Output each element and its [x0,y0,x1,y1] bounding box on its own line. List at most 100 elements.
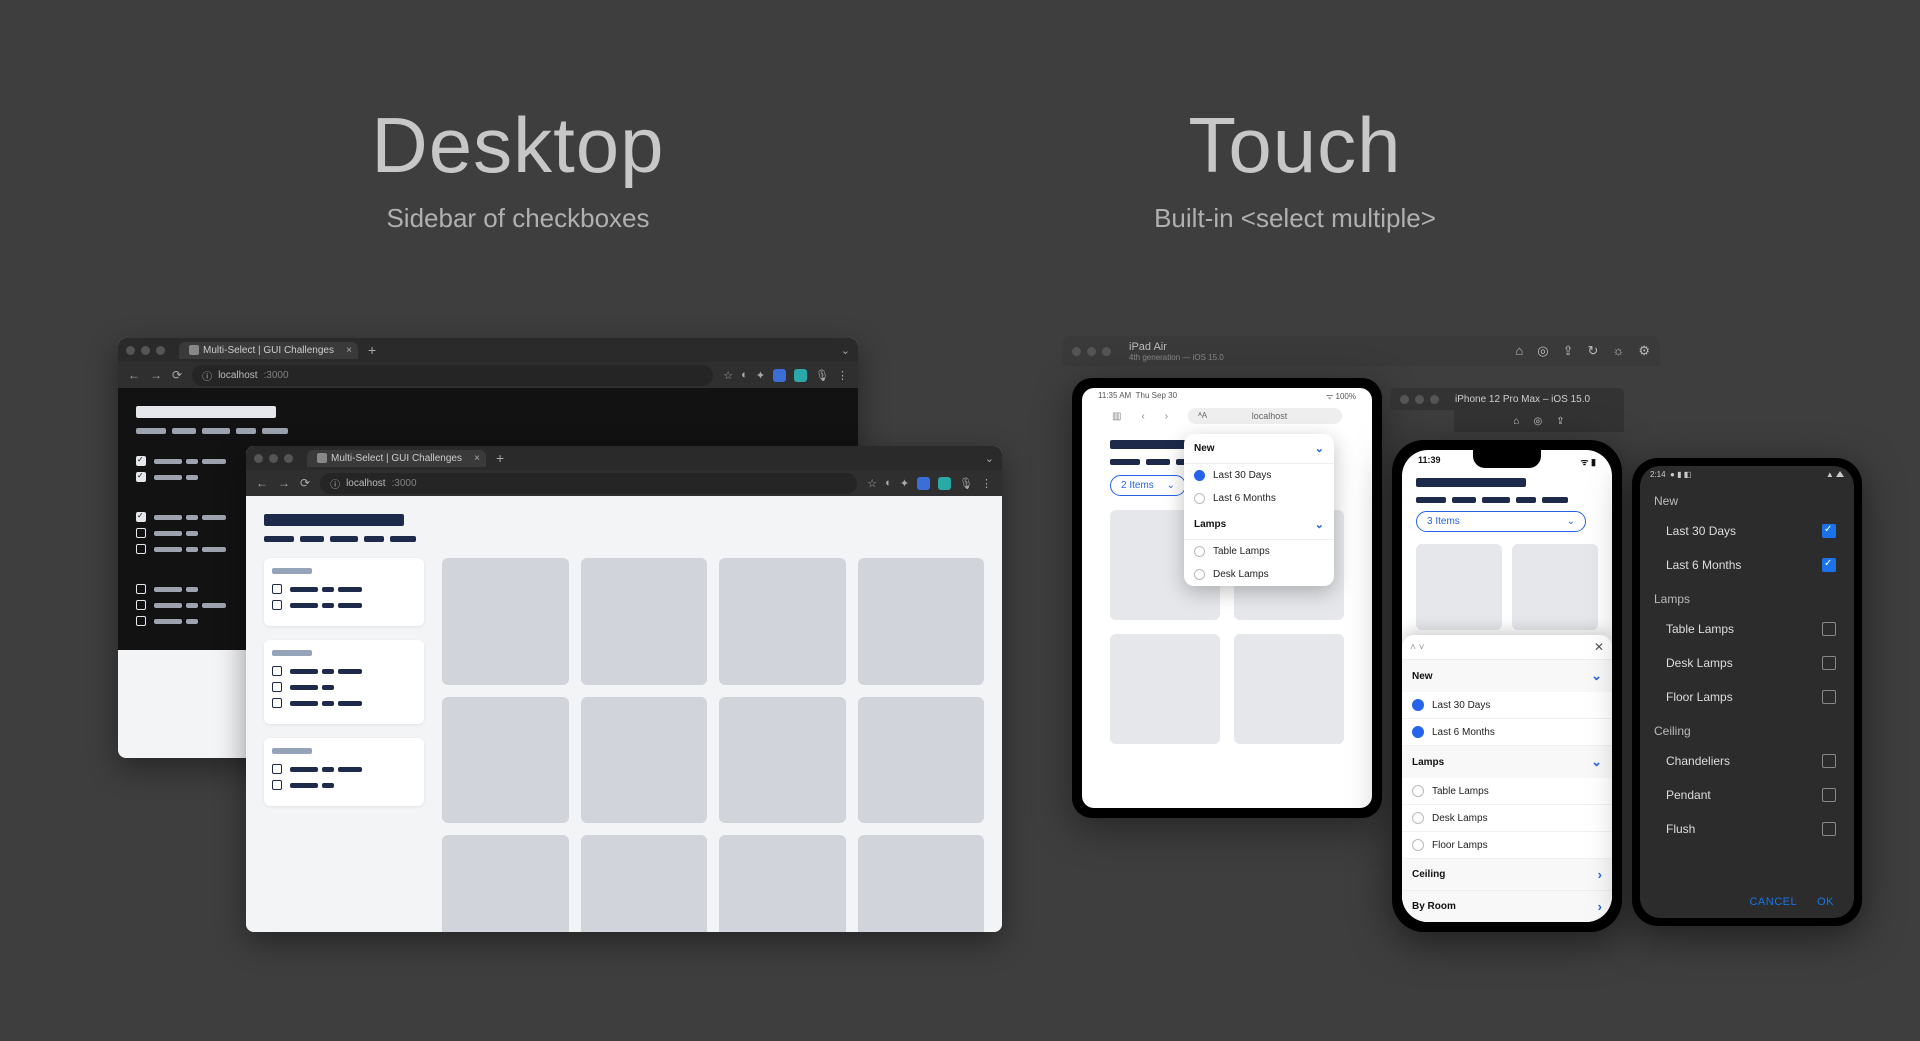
filter-group-header[interactable]: New ⌄ [1184,434,1334,464]
result-card[interactable] [581,558,708,685]
browser-tab[interactable]: Multi-Select | GUI Challenges × [307,450,486,467]
selected-items-pill[interactable]: 3 Items ⌄ [1416,511,1586,532]
result-card[interactable] [442,697,569,824]
sheet-arrows[interactable]: ˄ ˅ [1410,642,1424,653]
filter-checkbox-row[interactable] [136,472,256,482]
checkbox-icon[interactable] [1822,754,1836,768]
new-tab-button[interactable]: + [496,450,504,466]
result-card[interactable] [581,835,708,932]
camera-icon[interactable]: ◎ [1533,416,1542,427]
checkbox-icon[interactable] [136,544,146,554]
menu-icon[interactable]: ⋮ [981,477,992,490]
filter-checkbox-row[interactable] [272,764,416,774]
filter-checkbox-row[interactable] [136,584,256,594]
checkbox-icon[interactable] [272,698,282,708]
result-card[interactable] [581,697,708,824]
filter-checkbox-row[interactable] [136,456,256,466]
ipad-select-popover[interactable]: New ⌄ Last 30 Days Last 6 Months Lamps ⌄… [1184,434,1334,586]
extension-chip-blue[interactable] [773,369,786,382]
address-field[interactable]: ⓘ localhost:3000 [320,473,857,494]
iphone-select-sheet[interactable]: ˄ ˅ ✕ New ⌄ Last 30 Days Last 6 Months L… [1402,635,1612,922]
filter-option[interactable]: Floor Lamps [1640,680,1854,714]
checkbox-icon[interactable] [272,584,282,594]
checkbox-icon[interactable] [136,600,146,610]
checkbox-icon[interactable] [272,764,282,774]
star-icon[interactable]: ☆ [867,477,877,490]
share-icon[interactable]: ⇪ [1563,343,1574,359]
filter-checkbox-row[interactable] [272,600,416,610]
filter-checkbox-row[interactable] [272,666,416,676]
result-card[interactable] [858,558,985,685]
home-icon[interactable]: ⌂ [1515,343,1523,359]
checkbox-icon[interactable] [272,600,282,610]
checkbox-icon[interactable] [1822,656,1836,670]
checkbox-icon[interactable] [1822,622,1836,636]
result-card[interactable] [858,835,985,932]
extension-chip-teal[interactable] [938,477,951,490]
moon-icon[interactable]: ◐ [885,477,892,489]
window-controls[interactable] [1400,395,1439,404]
result-card[interactable] [719,835,846,932]
checkbox-icon[interactable] [136,472,146,482]
moon-icon[interactable]: ◐ [741,369,748,381]
chevron-down-icon[interactable]: ⌄ [985,452,994,465]
camera-icon[interactable]: ◎ [1537,343,1548,359]
checkbox-icon[interactable] [272,682,282,692]
selected-items-pill[interactable]: 2 Items ⌄ [1110,475,1186,496]
cancel-button[interactable]: CANCEL [1749,896,1797,908]
result-card[interactable] [1512,544,1598,630]
result-card[interactable] [1110,634,1220,744]
reload-icon[interactable]: ⟳ [300,476,310,490]
filter-checkbox-row[interactable] [272,698,416,708]
checkbox-icon[interactable] [1822,524,1836,538]
extensions-icon[interactable]: ✦ [756,369,765,382]
filter-option[interactable]: Desk Lamps [1640,646,1854,680]
extension-chip-teal[interactable] [794,369,807,382]
checkbox-icon[interactable] [136,584,146,594]
filter-option[interactable]: Table Lamps [1402,778,1612,805]
filter-checkbox-row[interactable] [136,544,256,554]
filter-option[interactable]: Table Lamps [1184,540,1334,563]
filter-option[interactable]: Last 6 Months [1184,487,1334,510]
ok-button[interactable]: OK [1817,896,1834,908]
checkbox-icon[interactable] [272,780,282,790]
close-tab-icon[interactable]: × [474,453,480,464]
window-controls[interactable] [126,346,165,355]
share-icon[interactable]: ⇪ [1556,416,1564,427]
filter-option[interactable]: Chandeliers [1640,744,1854,778]
filter-checkbox-row[interactable] [272,682,416,692]
window-controls[interactable] [254,454,293,463]
result-card[interactable] [442,558,569,685]
checkbox-icon[interactable] [1822,690,1836,704]
mic-icon[interactable]: 🎙 [959,477,973,490]
menu-icon[interactable]: ⋮ [837,369,848,382]
checkbox-icon[interactable] [1822,788,1836,802]
home-icon[interactable]: ⌂ [1513,416,1519,427]
back-icon[interactable]: ← [128,368,140,382]
filter-option[interactable]: Last 6 Months [1640,548,1854,582]
filter-group-header[interactable]: Lamps ⌄ [1184,510,1334,540]
result-card[interactable] [719,558,846,685]
filter-group-header[interactable]: New ⌄ [1402,660,1612,692]
back-icon[interactable]: ‹ [1141,411,1144,422]
filter-option[interactable]: Table Lamps [1640,612,1854,646]
close-icon[interactable]: ✕ [1594,640,1604,654]
filter-option[interactable]: Last 30 Days [1184,464,1334,487]
filter-checkbox-row[interactable] [136,528,256,538]
result-card[interactable] [719,697,846,824]
filter-option[interactable]: Desk Lamps [1402,805,1612,832]
result-card[interactable] [858,697,985,824]
filter-option[interactable]: Desk Lamps [1184,563,1334,586]
checkbox-icon[interactable] [136,528,146,538]
filter-checkbox-row[interactable] [136,512,256,522]
checkbox-icon[interactable] [1822,822,1836,836]
result-card[interactable] [442,835,569,932]
filter-option[interactable]: Floor Lamps [1402,832,1612,859]
checkbox-icon[interactable] [136,512,146,522]
forward-icon[interactable]: › [1165,411,1168,422]
filter-group-header[interactable]: By Room › [1402,890,1612,922]
new-tab-button[interactable]: + [368,342,376,358]
filter-option[interactable]: Last 6 Months [1402,719,1612,746]
filter-option[interactable]: Last 30 Days [1402,692,1612,719]
filter-option[interactable]: Flush [1640,812,1854,846]
